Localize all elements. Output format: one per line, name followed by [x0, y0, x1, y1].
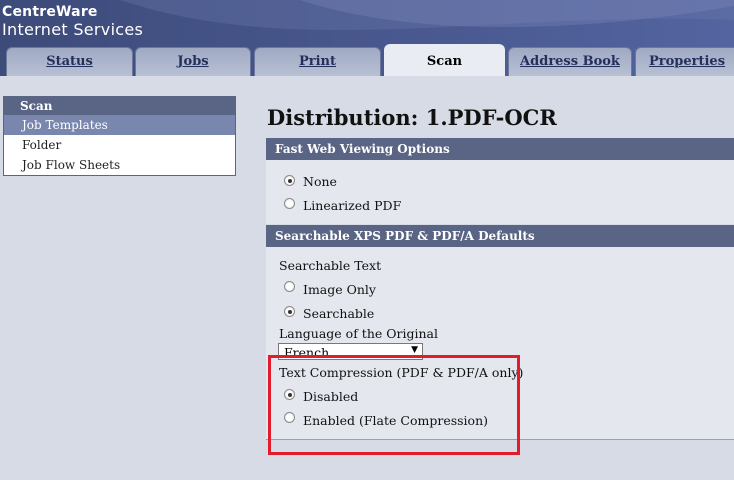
app-header: CentreWare Internet Services Status Jobs… — [0, 0, 734, 76]
radio-searchable-label: Searchable — [303, 306, 375, 321]
tab-print[interactable]: Print — [254, 47, 381, 76]
sidebar-item-job-flow-sheets[interactable]: Job Flow Sheets — [4, 155, 235, 175]
page-title: Distribution: 1.PDF-OCR — [267, 105, 557, 130]
brand-line-2: Internet Services — [2, 20, 144, 39]
searchable-text-label: Searchable Text — [279, 258, 382, 273]
radio-image-only-label: Image Only — [303, 282, 376, 297]
fast-web-heading: Fast Web Viewing Options — [266, 138, 734, 160]
radio-searchable[interactable] — [284, 306, 295, 317]
radio-linearized-pdf-label: Linearized PDF — [303, 198, 402, 213]
sidebar: Scan Job Templates Folder Job Flow Sheet… — [3, 96, 236, 176]
radio-none[interactable] — [284, 175, 295, 186]
sidebar-item-job-templates[interactable]: Job Templates — [4, 115, 235, 135]
tab-jobs[interactable]: Jobs — [135, 47, 251, 76]
sidebar-item-folder[interactable]: Folder — [4, 135, 235, 155]
searchable-heading: Searchable XPS PDF & PDF/A Defaults — [266, 225, 734, 247]
brand-line-1: CentreWare — [2, 4, 98, 20]
tab-status[interactable]: Status — [6, 47, 133, 76]
tab-address-book[interactable]: Address Book — [508, 47, 632, 76]
radio-image-only[interactable] — [284, 281, 295, 292]
highlight-box — [268, 355, 520, 455]
sidebar-heading: Scan — [4, 97, 235, 115]
chevron-down-icon: ▼ — [411, 345, 418, 355]
fast-web-panel — [266, 160, 734, 224]
radio-linearized-pdf[interactable] — [284, 198, 295, 209]
tab-scan[interactable]: Scan — [384, 44, 505, 76]
language-label: Language of the Original — [279, 326, 438, 341]
tab-properties[interactable]: Properties — [635, 47, 734, 76]
tab-bar: Status Jobs Print Scan Address Book Prop… — [0, 44, 734, 76]
radio-none-label: None — [303, 174, 337, 189]
